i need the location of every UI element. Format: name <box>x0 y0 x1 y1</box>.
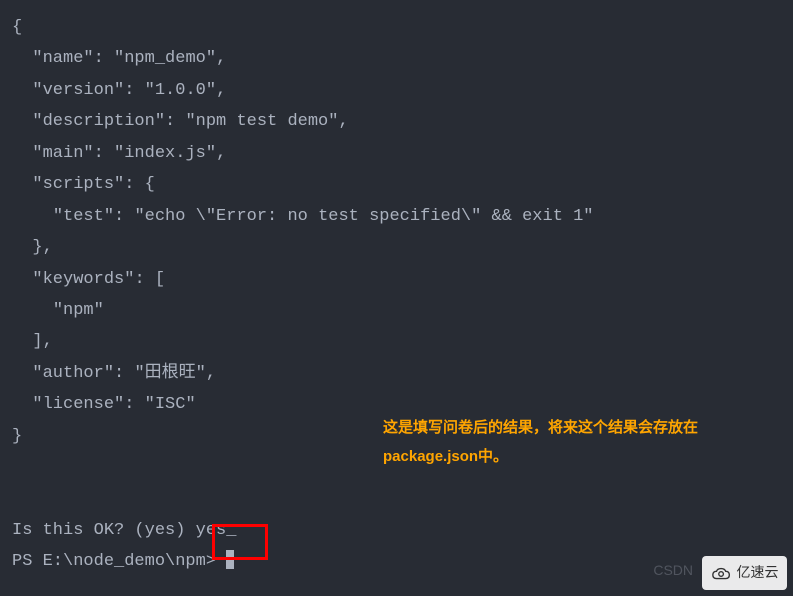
json-value-description: "npm test demo" <box>185 112 338 131</box>
json-key-description: "description" <box>32 112 165 131</box>
prompt-question: Is this OK? (yes) <box>12 521 196 540</box>
json-value-test: "echo \"Error: no test specified\" && ex… <box>134 207 593 226</box>
json-value-version: "1.0.0" <box>145 81 216 100</box>
json-brace-close: } <box>12 427 22 446</box>
json-key-name: "name" <box>32 49 93 68</box>
json-value-author: "田根旺" <box>134 364 205 383</box>
ps-prompt[interactable]: PS E:\node_demo\npm> <box>12 552 226 571</box>
cloud-icon <box>711 565 733 581</box>
terminal-output: { "name": "npm_demo", "version": "1.0.0"… <box>12 12 781 578</box>
json-key-license: "license" <box>32 395 124 414</box>
watermark-logo: 亿速云 <box>702 556 787 590</box>
json-key-version: "version" <box>32 81 124 100</box>
json-brace-open: { <box>12 18 22 37</box>
annotation-callout: 这是填写问卷后的结果，将来这个结果会存放在package.json中。 <box>383 413 773 472</box>
json-key-author: "author" <box>32 364 114 383</box>
watermark-csdn: CSDN <box>653 558 693 584</box>
json-key-main: "main" <box>32 144 93 163</box>
prompt-answer[interactable]: yes <box>196 521 227 540</box>
json-value-keyword: "npm" <box>53 301 104 320</box>
json-value-license: "ISC" <box>145 395 196 414</box>
json-key-test: "test" <box>53 207 114 226</box>
cursor-icon <box>226 550 234 569</box>
watermark-logo-text: 亿速云 <box>737 560 779 586</box>
prompt-underscore: _ <box>226 521 236 540</box>
json-key-scripts: "scripts" <box>32 175 124 194</box>
json-key-keywords: "keywords" <box>32 270 134 289</box>
json-value-main: "index.js" <box>114 144 216 163</box>
json-value-name: "npm_demo" <box>114 49 216 68</box>
